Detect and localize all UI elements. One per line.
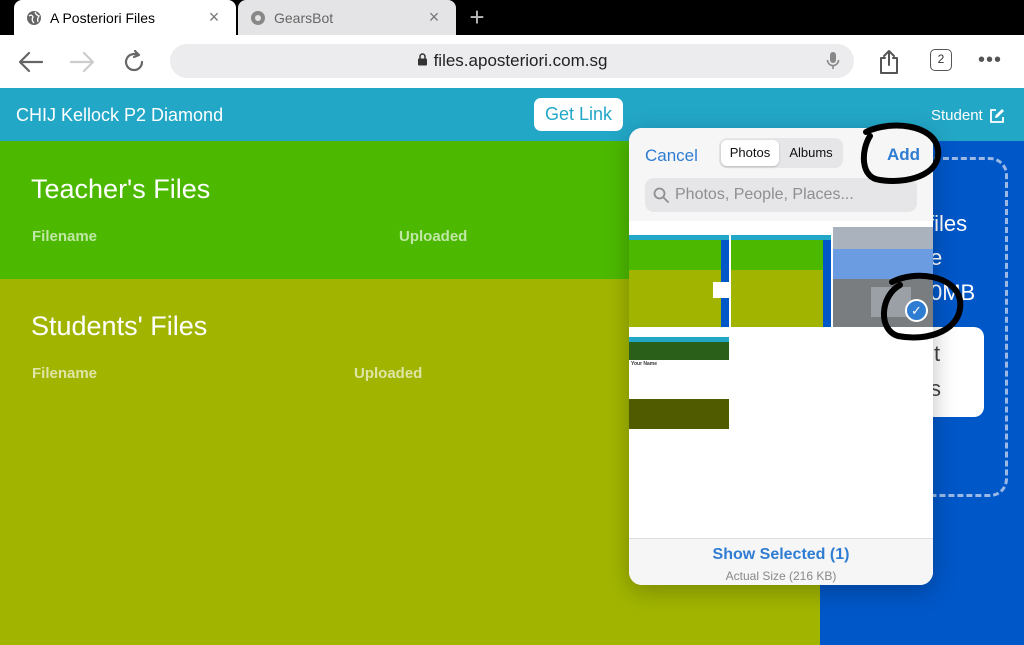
show-selected-button[interactable]: Show Selected (1) (629, 546, 933, 564)
thumbnail-caption: Your Name (631, 361, 658, 367)
segment-albums[interactable]: Albums (781, 140, 841, 166)
column-header-filename: Filename (32, 228, 98, 245)
photo-picker-popover: Cancel Photos Albums Add Your Name Show … (629, 128, 933, 585)
add-button[interactable]: Add (887, 145, 920, 165)
browser-toolbar: files.aposteriori.com.sg 2 ••• (0, 35, 1024, 88)
new-tab-button[interactable]: + (464, 3, 490, 31)
column-header-uploaded: Uploaded (399, 228, 468, 245)
forward-icon[interactable] (67, 47, 97, 77)
section-title: Teacher's Files (31, 174, 211, 204)
actual-size-label: Actual Size (216 KB) (725, 569, 837, 583)
class-name: CHIJ Kellock P2 Diamond (16, 105, 224, 125)
tab-strip: A Posteriori Files × GearsBot × + (0, 0, 1024, 35)
close-tab-icon[interactable]: × (204, 7, 224, 28)
photo-thumbnail[interactable] (731, 227, 831, 327)
reload-icon[interactable] (119, 47, 149, 77)
address-bar[interactable]: files.aposteriori.com.sg (170, 44, 854, 78)
gears-icon (250, 10, 266, 26)
photo-thumbnail[interactable] (629, 227, 729, 327)
upload-text: files (928, 211, 968, 236)
microphone-icon[interactable] (826, 51, 840, 76)
globe-icon (26, 10, 42, 26)
cancel-button[interactable]: Cancel (645, 146, 698, 166)
search-icon (653, 187, 669, 203)
edit-icon (989, 108, 1004, 123)
button-text: t (934, 341, 941, 366)
section-title: Students' Files (31, 311, 208, 341)
picker-footer: Show Selected (1) Actual Size (216 KB) (629, 538, 933, 585)
column-header-filename: Filename (32, 365, 98, 382)
tab-gearsbot[interactable]: GearsBot × (238, 0, 456, 35)
picker-header: Cancel Photos Albums Add (629, 128, 933, 221)
segment-photos[interactable]: Photos (721, 140, 779, 166)
column-header-uploaded: Uploaded (354, 365, 423, 382)
upload-text: 0MB (930, 280, 976, 305)
tab-count-button[interactable]: 2 (930, 49, 952, 71)
url-text: files.aposteriori.com.sg (433, 51, 608, 70)
role-label: Student (931, 107, 983, 124)
photo-search-field[interactable] (645, 178, 917, 212)
lock-icon (417, 53, 428, 69)
search-input[interactable] (675, 186, 911, 204)
photos-albums-segmented-control: Photos Albums (719, 138, 843, 168)
share-icon[interactable] (874, 47, 904, 77)
tab-title: GearsBot (274, 9, 334, 26)
close-tab-icon[interactable]: × (424, 7, 444, 28)
get-link-button[interactable]: Get Link (534, 98, 623, 131)
tab-title: A Posteriori Files (50, 9, 156, 26)
role-edit-button[interactable]: Student (931, 107, 1005, 124)
checkmark-icon: ✓ (905, 299, 928, 322)
more-menu-icon[interactable]: ••• (978, 49, 1002, 72)
back-icon[interactable] (16, 47, 46, 77)
tab-a-posteriori-files[interactable]: A Posteriori Files × (14, 0, 236, 35)
photo-thumbnail[interactable]: Your Name (629, 329, 729, 429)
